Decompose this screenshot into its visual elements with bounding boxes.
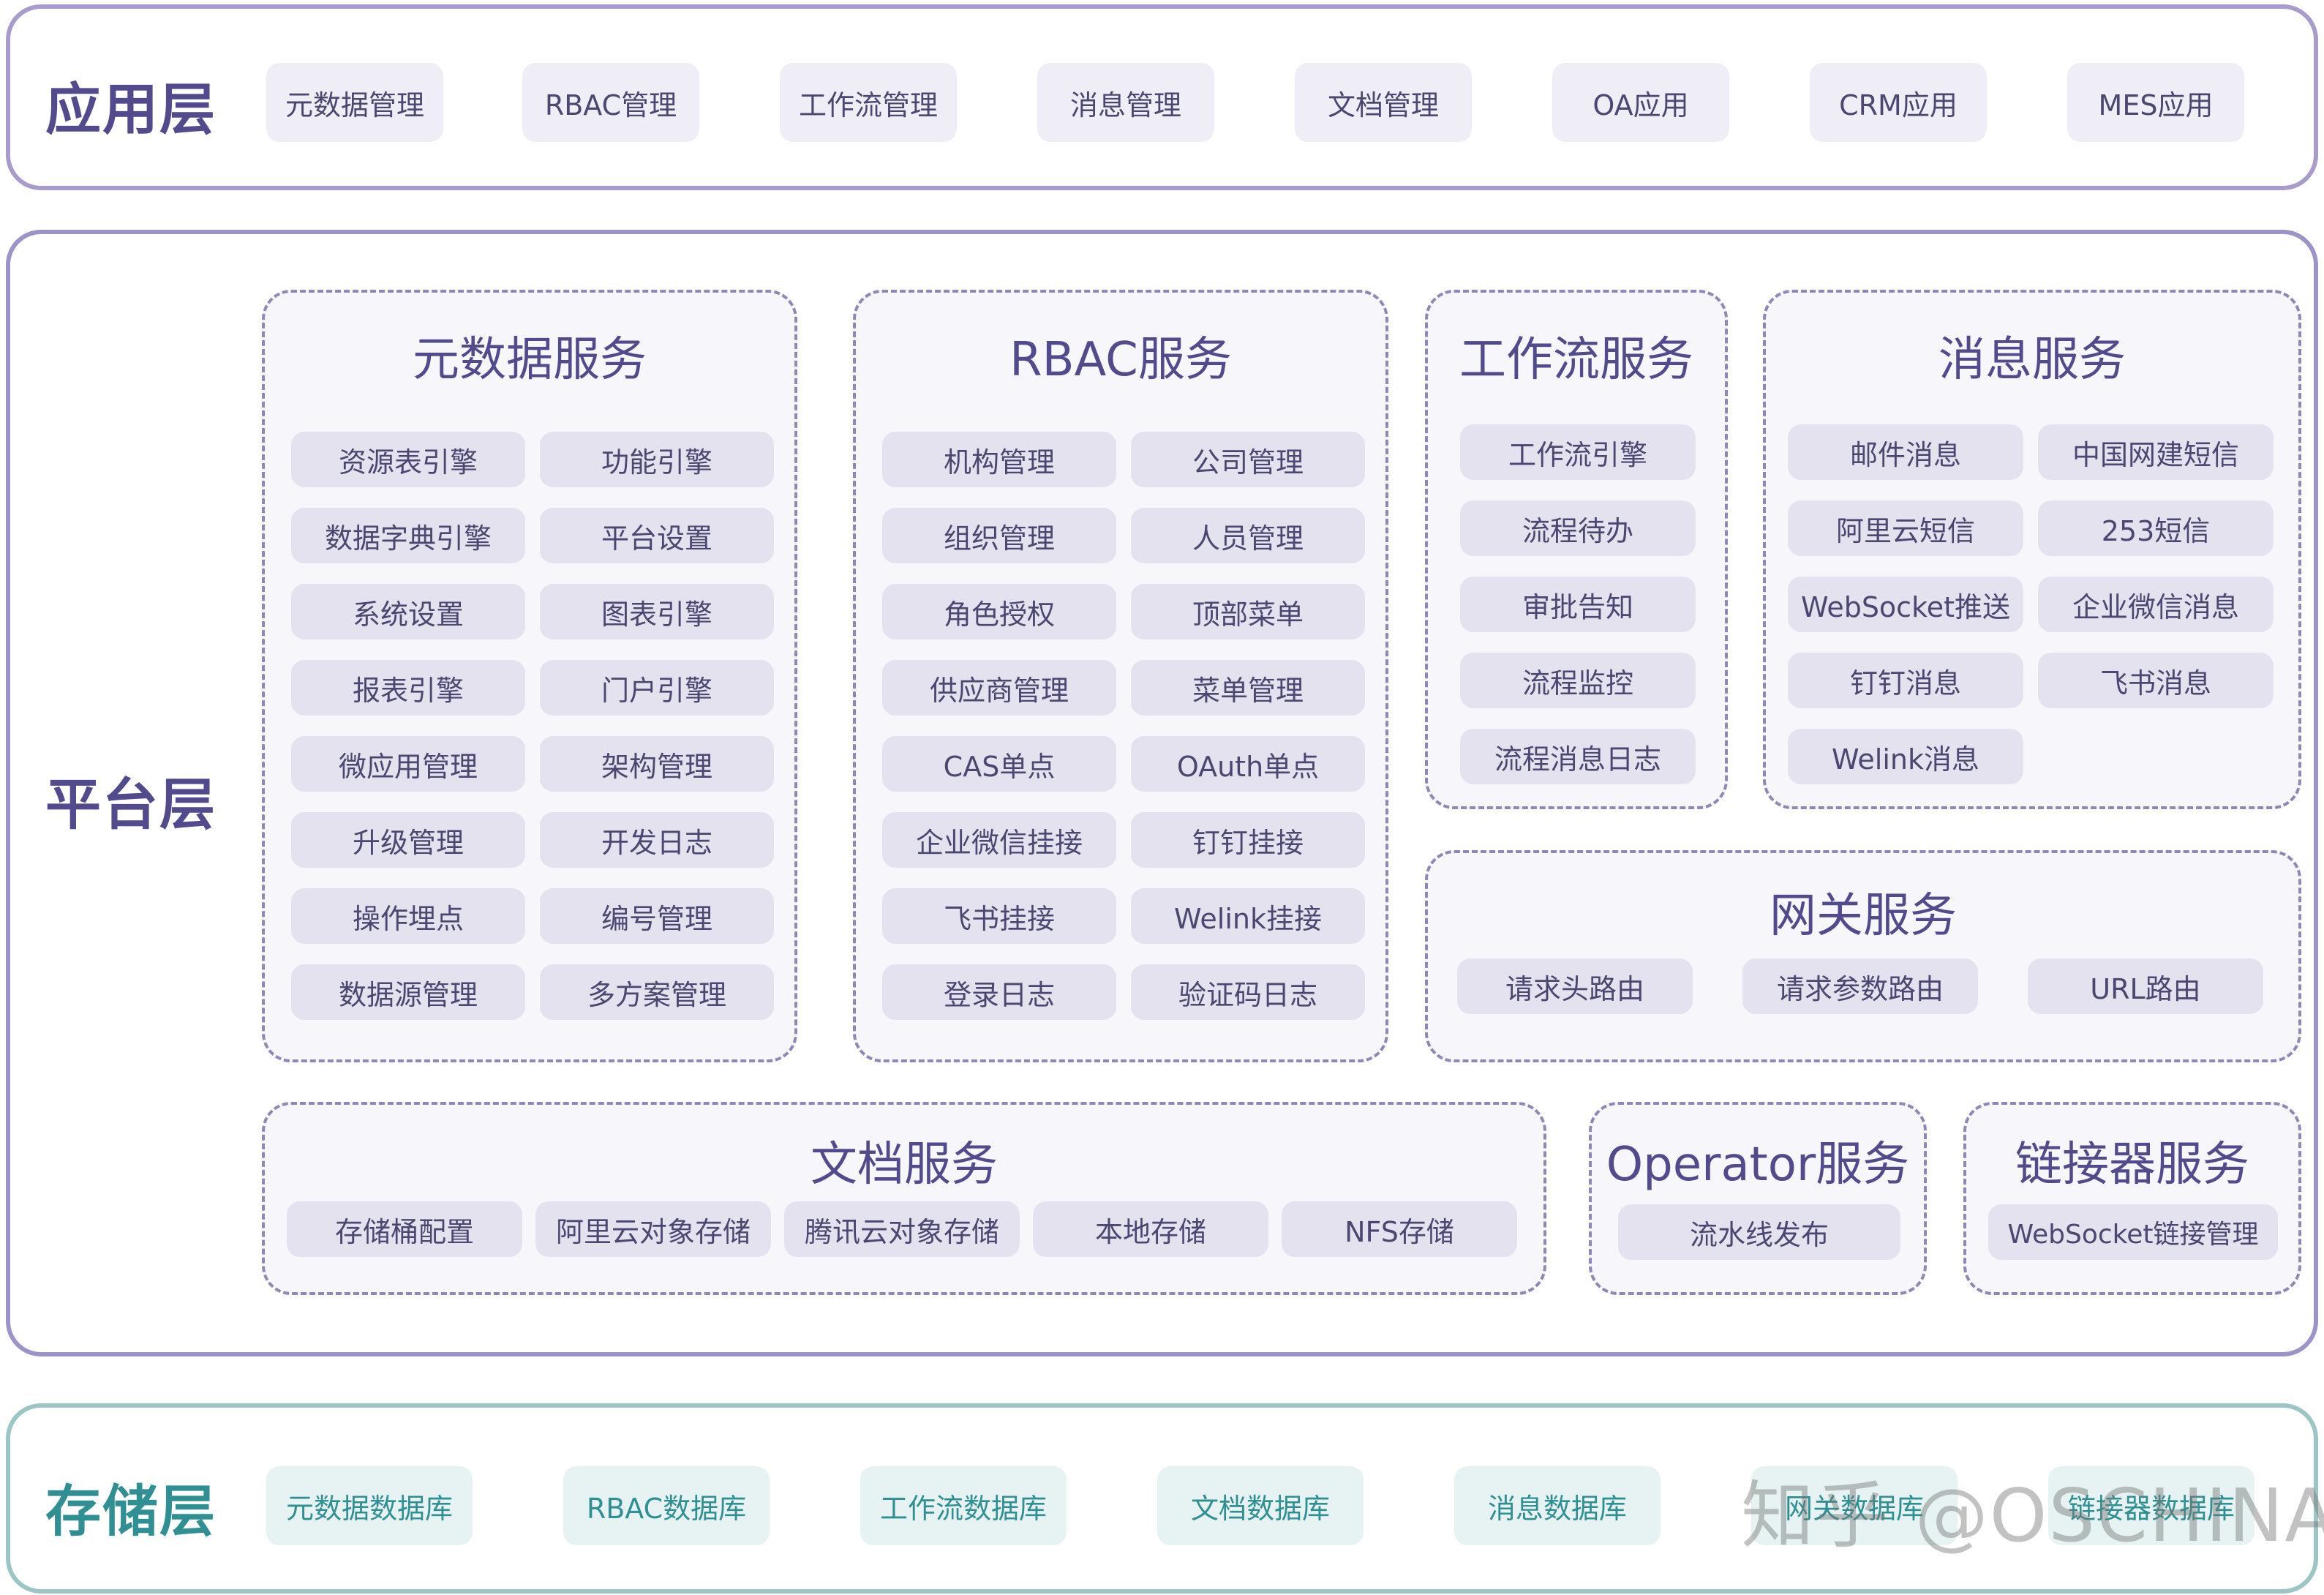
message-service-item: 钉钉消息 [1788,653,2023,708]
app-item: 文档管理 [1295,63,1472,142]
workflow-service-item: 流程监控 [1460,653,1696,708]
metadata-service-item: 多方案管理 [540,964,774,1020]
workflow-service-item: 流程消息日志 [1460,729,1696,784]
platform-layer-title: 平台层 [45,772,217,837]
rbac-service-item: 验证码日志 [1131,964,1365,1020]
rbac-service-item: 企业微信挂接 [882,812,1116,868]
storage-item: 元数据数据库 [266,1466,473,1545]
rbac-service-item: 人员管理 [1131,508,1365,563]
message-service-item: 阿里云短信 [1788,500,2023,556]
rbac-service-item: 组织管理 [882,508,1116,563]
rbac-service-item: Welink挂接 [1131,888,1365,944]
message-service-item: 飞书消息 [2038,653,2274,708]
metadata-service-item: 微应用管理 [291,736,525,792]
rbac-service-panel: RBAC服务 机构管理 公司管理 组织管理 人员管理 角色授权 顶部菜单 供应商… [853,290,1388,1062]
metadata-service-title: 元数据服务 [413,333,647,387]
rbac-service-item: 飞书挂接 [882,888,1116,944]
rbac-service-item: 钉钉挂接 [1131,812,1365,868]
app-item: 工作流管理 [780,63,957,142]
metadata-service-item: 数据源管理 [291,964,525,1020]
workflow-service-title: 工作流服务 [1459,333,1693,387]
metadata-service-item: 系统设置 [291,584,525,639]
workflow-service-item: 工作流引擎 [1460,424,1696,480]
storage-layer-title: 存储层 [45,1479,217,1544]
workflow-service-panel: 工作流服务 工作流引擎 流程待办 审批告知 流程监控 流程消息日志 [1425,290,1728,809]
storage-item: 文档数据库 [1157,1466,1364,1545]
application-layer-title: 应用层 [45,77,217,142]
metadata-service-item: 功能引擎 [540,432,774,487]
document-service-panel: 文档服务 存储桶配置 阿里云对象存储 腾讯云对象存储 本地存储 NFS存储 [262,1102,1546,1295]
platform-layer: 平台层 元数据服务 资源表引擎 功能引擎 数据字典引擎 平台设置 系统设置 图表… [6,230,2318,1356]
rbac-service-item: 角色授权 [882,584,1116,639]
storage-item: 工作流数据库 [860,1466,1067,1545]
rbac-service-item: 登录日志 [882,964,1116,1020]
app-item: CRM应用 [1810,63,1987,142]
message-service-panel: 消息服务 邮件消息 中国网建短信 阿里云短信 253短信 WebSocket推送… [1763,290,2301,809]
rbac-service-item: 菜单管理 [1131,660,1365,716]
gateway-service-item: 请求参数路由 [1742,958,1978,1014]
app-item: RBAC管理 [522,63,699,142]
metadata-service-item: 资源表引擎 [291,432,525,487]
gateway-service-item: URL路由 [2028,958,2263,1014]
rbac-service-item: OAuth单点 [1131,736,1365,792]
metadata-service-item: 架构管理 [540,736,774,792]
metadata-service-item: 图表引擎 [540,584,774,639]
document-service-item: 存储桶配置 [287,1201,522,1257]
message-service-item: 中国网建短信 [2038,424,2274,480]
rbac-service-title: RBAC服务 [1009,333,1232,387]
message-service-title: 消息服务 [1938,333,2126,387]
metadata-service-item: 升级管理 [291,812,525,868]
message-service-item: 邮件消息 [1788,424,2023,480]
metadata-service-item: 报表引擎 [291,660,525,716]
metadata-service-item: 操作埋点 [291,888,525,944]
metadata-service-panel: 元数据服务 资源表引擎 功能引擎 数据字典引擎 平台设置 系统设置 图表引擎 报… [262,290,797,1062]
rbac-service-item: 公司管理 [1131,432,1365,487]
metadata-service-item: 编号管理 [540,888,774,944]
rbac-service-item: CAS单点 [882,736,1116,792]
metadata-service-item: 数据字典引擎 [291,508,525,563]
document-service-item: 本地存储 [1033,1201,1268,1257]
gateway-service-title: 网关服务 [1770,889,1957,943]
connector-service-panel: 链接器服务 WebSocket链接管理 [1963,1102,2301,1295]
metadata-service-item: 门户引擎 [540,660,774,716]
operator-service-panel: Operator服务 流水线发布 [1589,1102,1927,1295]
workflow-service-item: 审批告知 [1460,577,1696,632]
workflow-service-item: 流程待办 [1460,500,1696,556]
application-layer: 应用层 元数据管理 RBAC管理 工作流管理 消息管理 文档管理 OA应用 CR… [6,4,2318,190]
message-service-item: WebSocket推送 [1788,577,2023,632]
watermark: 知乎 @OSCHINA [1741,1473,2324,1558]
rbac-service-item: 机构管理 [882,432,1116,487]
storage-item: 消息数据库 [1454,1466,1661,1545]
rbac-service-item: 顶部菜单 [1131,584,1365,639]
storage-item: RBAC数据库 [563,1466,770,1545]
rbac-service-item: 供应商管理 [882,660,1116,716]
connector-service-title: 链接器服务 [2015,1138,2249,1192]
connector-service-item: WebSocket链接管理 [1988,1204,2278,1260]
document-service-item: 腾讯云对象存储 [784,1201,1020,1257]
metadata-service-item: 开发日志 [540,812,774,868]
document-service-title: 文档服务 [811,1138,998,1192]
operator-service-title: Operator服务 [1606,1138,1910,1192]
message-service-item: Welink消息 [1788,729,2023,784]
document-service-item: 阿里云对象存储 [535,1201,771,1257]
gateway-service-item: 请求头路由 [1457,958,1693,1014]
app-item: 元数据管理 [266,63,443,142]
gateway-service-panel: 网关服务 请求头路由 请求参数路由 URL路由 [1425,850,2301,1062]
document-service-item: NFS存储 [1282,1201,1517,1257]
operator-service-item: 流水线发布 [1618,1204,1900,1260]
metadata-service-item: 平台设置 [540,508,774,563]
app-item: 消息管理 [1037,63,1214,142]
message-service-item: 企业微信消息 [2038,577,2274,632]
app-item: MES应用 [2067,63,2244,142]
message-service-item: 253短信 [2038,500,2274,556]
app-item: OA应用 [1552,63,1729,142]
